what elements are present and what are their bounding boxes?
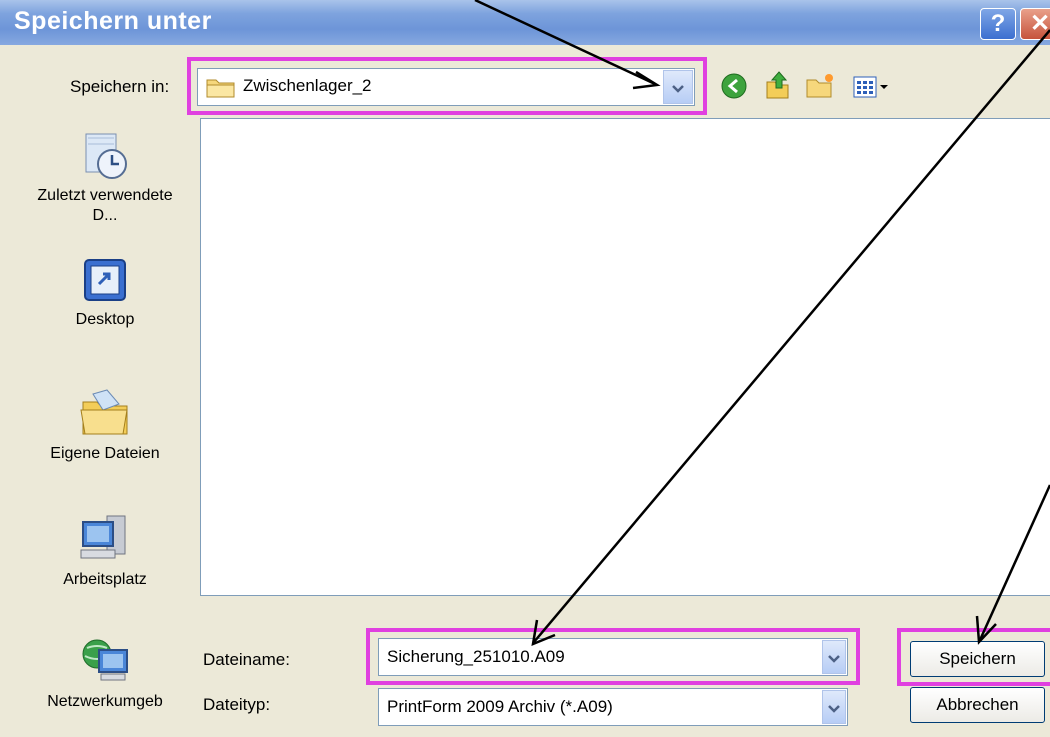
place-my-computer-label: Arbeitsplatz [63,571,147,588]
location-value: Zwischenlager_2 [243,76,372,95]
new-folder-icon[interactable] [805,72,835,100]
place-network-label: Netzwerkumgeb [47,693,163,710]
desktop-icon [84,259,126,301]
place-my-documents-label: Eigene Dateien [50,445,160,462]
filetype-value: PrintForm 2009 Archiv (*.A09) [387,697,613,716]
filename-dropdown-button[interactable] [822,640,846,674]
save-in-label: Speichern in: [70,77,170,96]
filetype-label: Dateityp: [203,695,271,714]
location-dropdown-button[interactable] [663,70,693,104]
filename-label: Dateiname: [203,650,290,669]
back-icon[interactable] [720,72,748,100]
dialog-title: Speichern unter [14,7,212,35]
cancel-button[interactable]: Abbrechen [910,687,1045,723]
help-button[interactable]: ? [980,8,1016,40]
filename-input[interactable]: Sicherung_251010.A09 [387,647,565,667]
chevron-down-icon [672,85,684,93]
file-list[interactable] [200,118,1050,596]
place-desktop-label: Desktop [75,311,135,328]
place-network[interactable]: Netzwerkumgeb [30,634,180,712]
close-button[interactable]: ✕ [1020,8,1050,40]
filetype-combobox[interactable]: PrintForm 2009 Archiv (*.A09) [378,688,848,726]
network-icon [82,639,128,681]
location-combobox[interactable]: Zwischenlager_2 [197,68,695,106]
save-button[interactable]: Speichern [910,641,1045,677]
view-menu-icon[interactable] [852,74,892,100]
place-recent-label: Zuletzt verwendete D... [37,187,173,224]
place-my-documents[interactable]: Eigene Dateien [30,386,180,464]
place-desktop[interactable]: Desktop [30,258,180,330]
filename-combobox[interactable]: Sicherung_251010.A09 [378,638,848,676]
place-my-computer[interactable]: Arbeitsplatz [30,512,180,590]
folder-icon [206,79,235,98]
recent-documents-icon [85,133,127,179]
up-folder-icon[interactable] [763,70,791,100]
save-as-dialog: Speichern unter ? ✕ Speichern in: Zwisch… [0,0,1050,737]
filetype-dropdown-button[interactable] [822,690,846,724]
chevron-down-icon [828,655,840,663]
place-recent[interactable]: Zuletzt verwendete D... [30,130,180,226]
places-bar: Zuletzt verwendete D... Desktop Eigene D… [30,118,180,730]
my-computer-icon [80,515,126,559]
title-bar[interactable]: Speichern unter ? ✕ [0,0,1050,45]
chevron-down-icon [828,705,840,713]
my-documents-icon [80,389,128,435]
